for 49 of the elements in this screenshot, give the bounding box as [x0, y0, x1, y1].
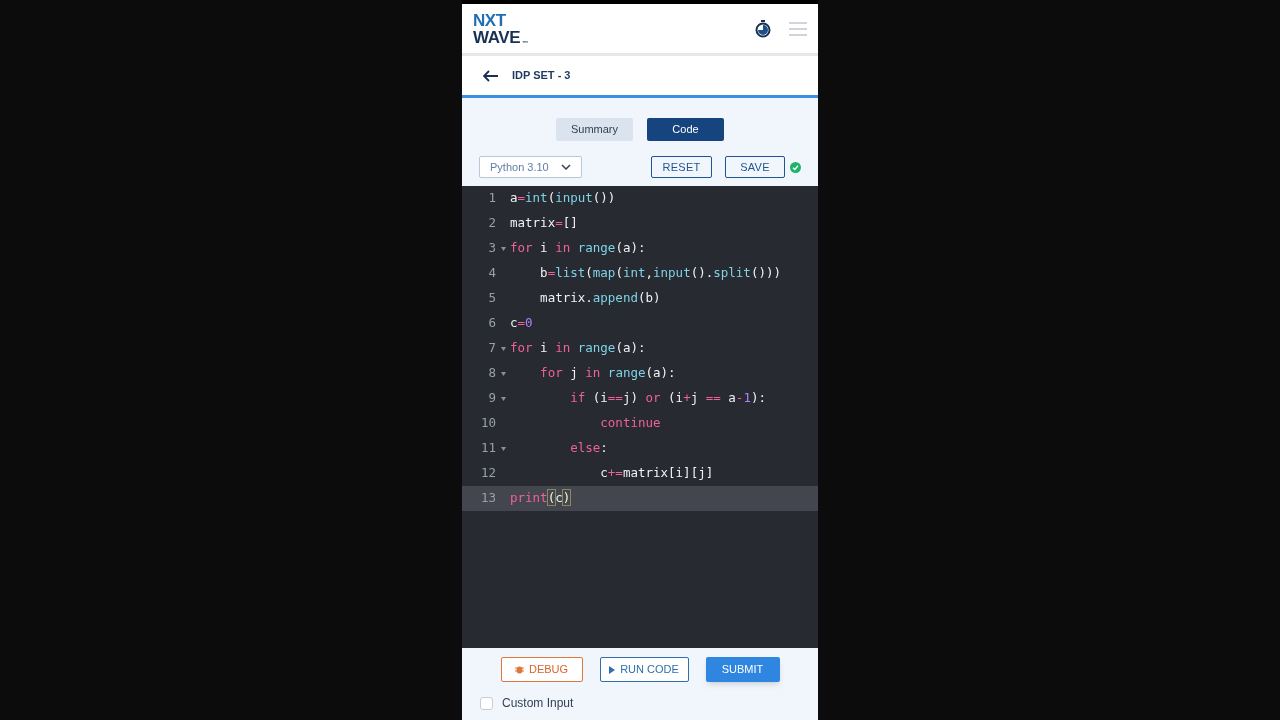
code-line: c+=matrix[i][j]	[599, 464, 714, 483]
reset-button[interactable]: RESET	[651, 156, 712, 178]
back-arrow-icon[interactable]	[483, 69, 499, 82]
logo-text: WAVE	[473, 28, 521, 46]
stopwatch-icon[interactable]	[755, 19, 771, 38]
tab[interactable]: Code	[647, 118, 724, 141]
code-line: for i in range(a):	[510, 339, 646, 358]
save-button[interactable]: SAVE	[725, 156, 785, 178]
bug-icon	[514, 665, 524, 674]
code-line: a=int(input())	[510, 189, 616, 208]
language-dropdown[interactable]: Python 3.10	[479, 156, 582, 178]
line-number: 10	[479, 414, 496, 433]
line-number: 11	[479, 439, 496, 458]
code-line: c=0	[510, 314, 533, 333]
fold-caret-icon[interactable]	[500, 246, 506, 251]
code-line: matrix.append(b)	[539, 289, 661, 308]
code-line: for i in range(a):	[510, 239, 646, 258]
line-number: 1	[487, 189, 496, 208]
code-line: else:	[569, 439, 608, 458]
fold-caret-icon[interactable]	[500, 346, 506, 351]
checkbox[interactable]	[480, 696, 493, 710]
code-line: b=list(map(int,input().split()))	[539, 264, 781, 283]
page-title: IDP SET - 3	[512, 68, 571, 84]
debug-button[interactable]: DEBUG	[500, 657, 583, 682]
line-number: 4	[487, 264, 496, 283]
logo-text: NXT	[473, 11, 507, 29]
line-number: 8	[487, 364, 496, 383]
line-number: 6	[487, 314, 496, 333]
chevron-down-icon	[561, 164, 571, 170]
line-number: 3	[487, 239, 496, 258]
line-number: 13	[479, 489, 496, 508]
line-number: 9	[487, 389, 496, 408]
fold-caret-icon[interactable]	[500, 446, 506, 451]
submit-button[interactable]: SUBMIT	[705, 657, 780, 682]
code-line: for j in range(a):	[539, 364, 676, 383]
line-number: 12	[479, 464, 496, 483]
line-number: 2	[487, 214, 496, 233]
run-code-button[interactable]: RUN CODE	[599, 657, 689, 682]
code-line: print(c)	[510, 489, 571, 508]
code-line: if (i==j) or (i+j == a-1):	[569, 389, 766, 408]
fold-caret-icon[interactable]	[500, 396, 506, 401]
line-number: 7	[487, 339, 496, 358]
line-number: 5	[487, 289, 496, 308]
tab[interactable]: Summary	[556, 118, 633, 141]
play-icon	[609, 665, 616, 674]
code-line: matrix=[]	[510, 214, 578, 233]
fold-caret-icon[interactable]	[500, 371, 506, 376]
code-line: continue	[599, 414, 661, 433]
checkbox-label: Custom Input	[502, 695, 574, 712]
